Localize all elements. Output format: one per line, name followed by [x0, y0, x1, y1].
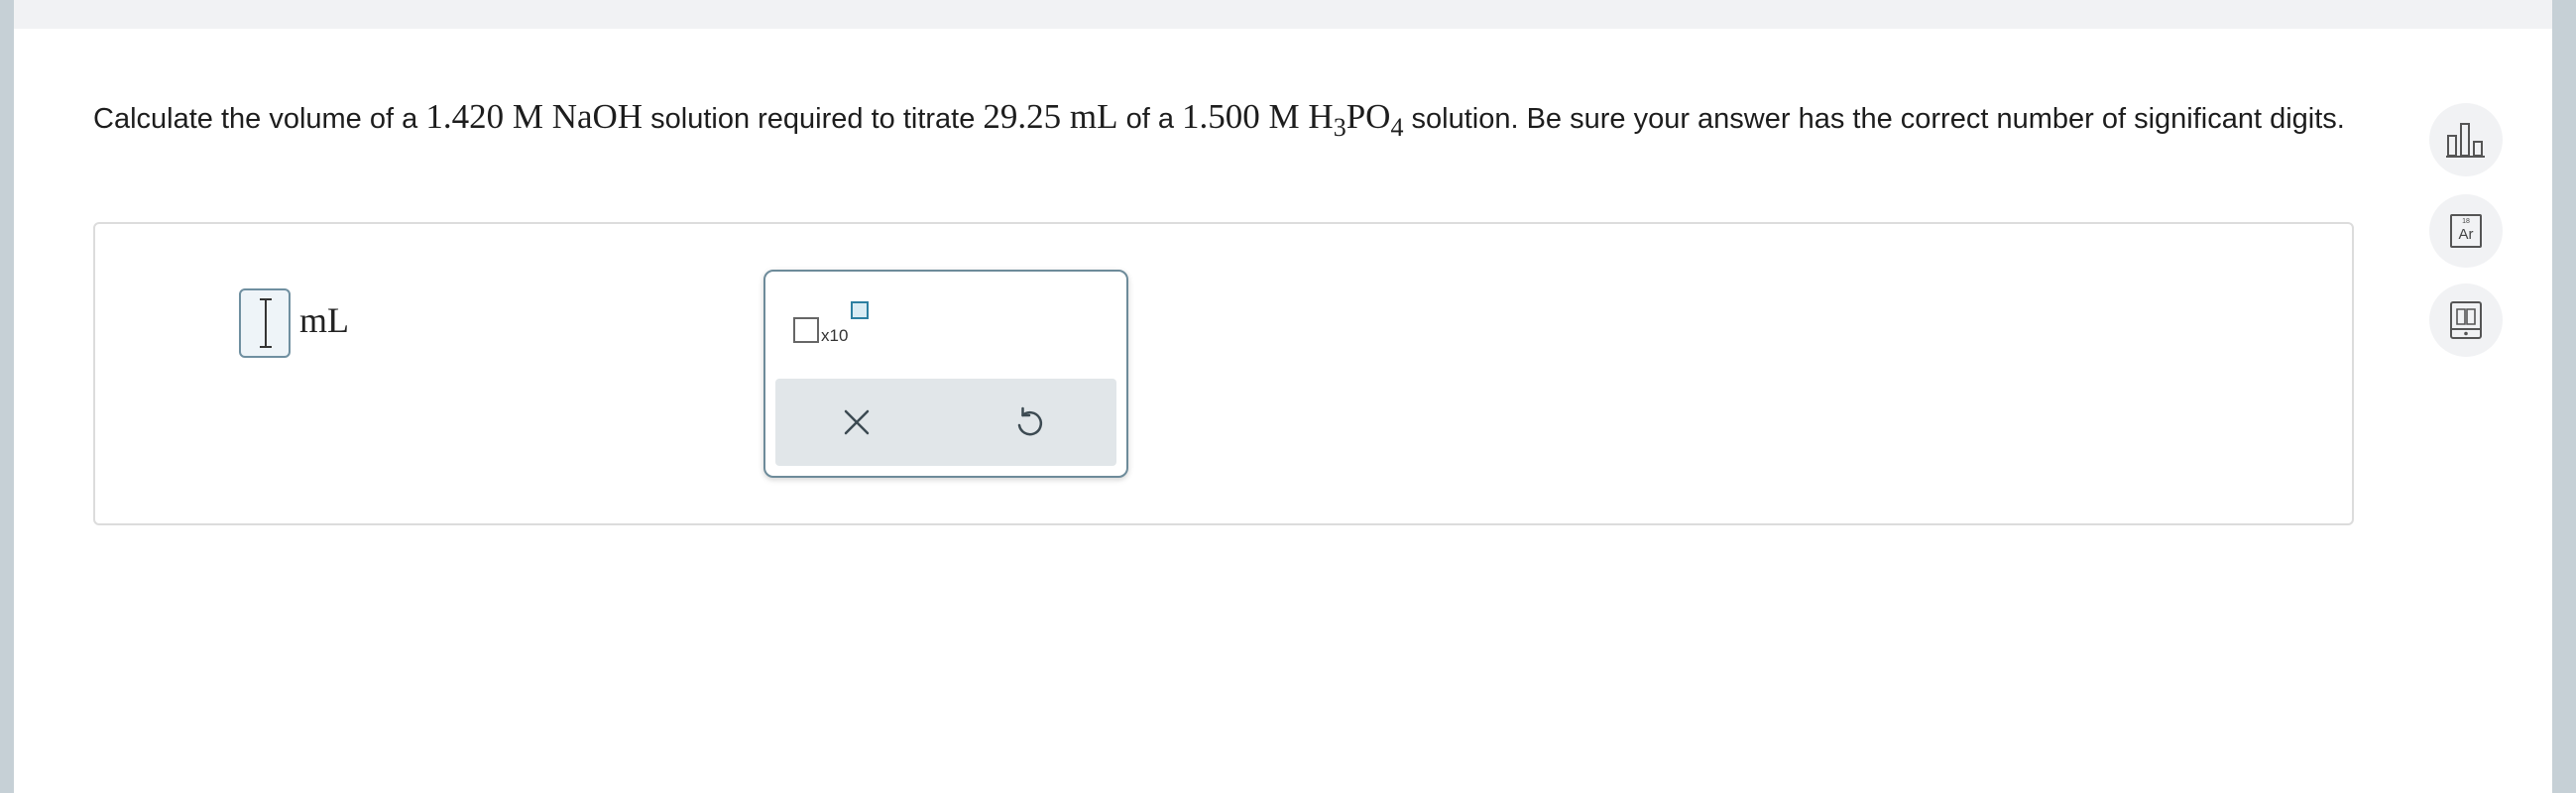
formula-po: PO: [1346, 97, 1391, 136]
bar-chart-icon: [2446, 123, 2485, 158]
question-text-part: Calculate the volume of a: [93, 103, 426, 135]
naoh-molarity: 1.420 M NaOH: [425, 97, 643, 136]
scrollbar[interactable]: [2552, 0, 2576, 793]
close-icon: [844, 409, 870, 435]
exponent-box-icon: [851, 301, 869, 319]
titrant-volume-unit: mL: [1069, 97, 1118, 136]
question-text: Calculate the volume of a 1.420 M NaOH s…: [93, 91, 2374, 145]
acid-molarity-unit: M: [1268, 97, 1300, 136]
book-icon: [2450, 301, 2482, 339]
math-tool-panel: x10: [763, 270, 1128, 478]
naoh-molarity-unit: M: [512, 97, 543, 136]
answer-area: [93, 222, 2354, 525]
formula-o-subscript: 4: [1390, 113, 1404, 142]
reference-button[interactable]: [2429, 283, 2503, 357]
x10-label: x10: [821, 326, 849, 345]
periodic-table-icon: 18 Ar: [2450, 214, 2482, 248]
text-cursor-icon: [265, 298, 267, 348]
undo-icon: [1017, 406, 1043, 436]
element-number: 18: [2462, 218, 2470, 225]
naoh-formula: NaOH: [551, 97, 644, 136]
top-strip: [14, 0, 2552, 29]
acid-molarity-value: 1.500: [1182, 97, 1260, 136]
clear-button[interactable]: [833, 398, 880, 446]
formula-h: H: [1308, 97, 1334, 136]
titrant-volume-value: 29.25: [983, 97, 1062, 136]
naoh-molarity-value: 1.420: [425, 97, 505, 136]
data-tool-button[interactable]: [2429, 103, 2503, 176]
scientific-notation-button[interactable]: x10: [793, 301, 888, 345]
tool-panel-footer: [775, 379, 1116, 466]
left-rail: [0, 0, 14, 793]
answer-unit: mL: [299, 300, 349, 340]
element-symbol: Ar: [2458, 226, 2474, 243]
question-text-part: solution. Be sure your answer has the co…: [1403, 103, 2345, 135]
periodic-table-button[interactable]: 18 Ar: [2429, 194, 2503, 268]
undo-button[interactable]: [1005, 398, 1053, 446]
acid-molarity: 1.500 M H3PO4: [1182, 97, 1403, 141]
text-cursor-icon: [260, 346, 272, 348]
acid-formula: H3PO4: [1308, 97, 1403, 141]
formula-h-subscript: 3: [1333, 113, 1347, 142]
base-box-icon: [793, 317, 819, 343]
question-text-part: solution required to titrate: [643, 103, 984, 135]
question-text-part: of a: [1117, 103, 1183, 135]
answer-input[interactable]: [239, 288, 291, 358]
titrant-volume: 29.25 mL: [983, 97, 1117, 136]
